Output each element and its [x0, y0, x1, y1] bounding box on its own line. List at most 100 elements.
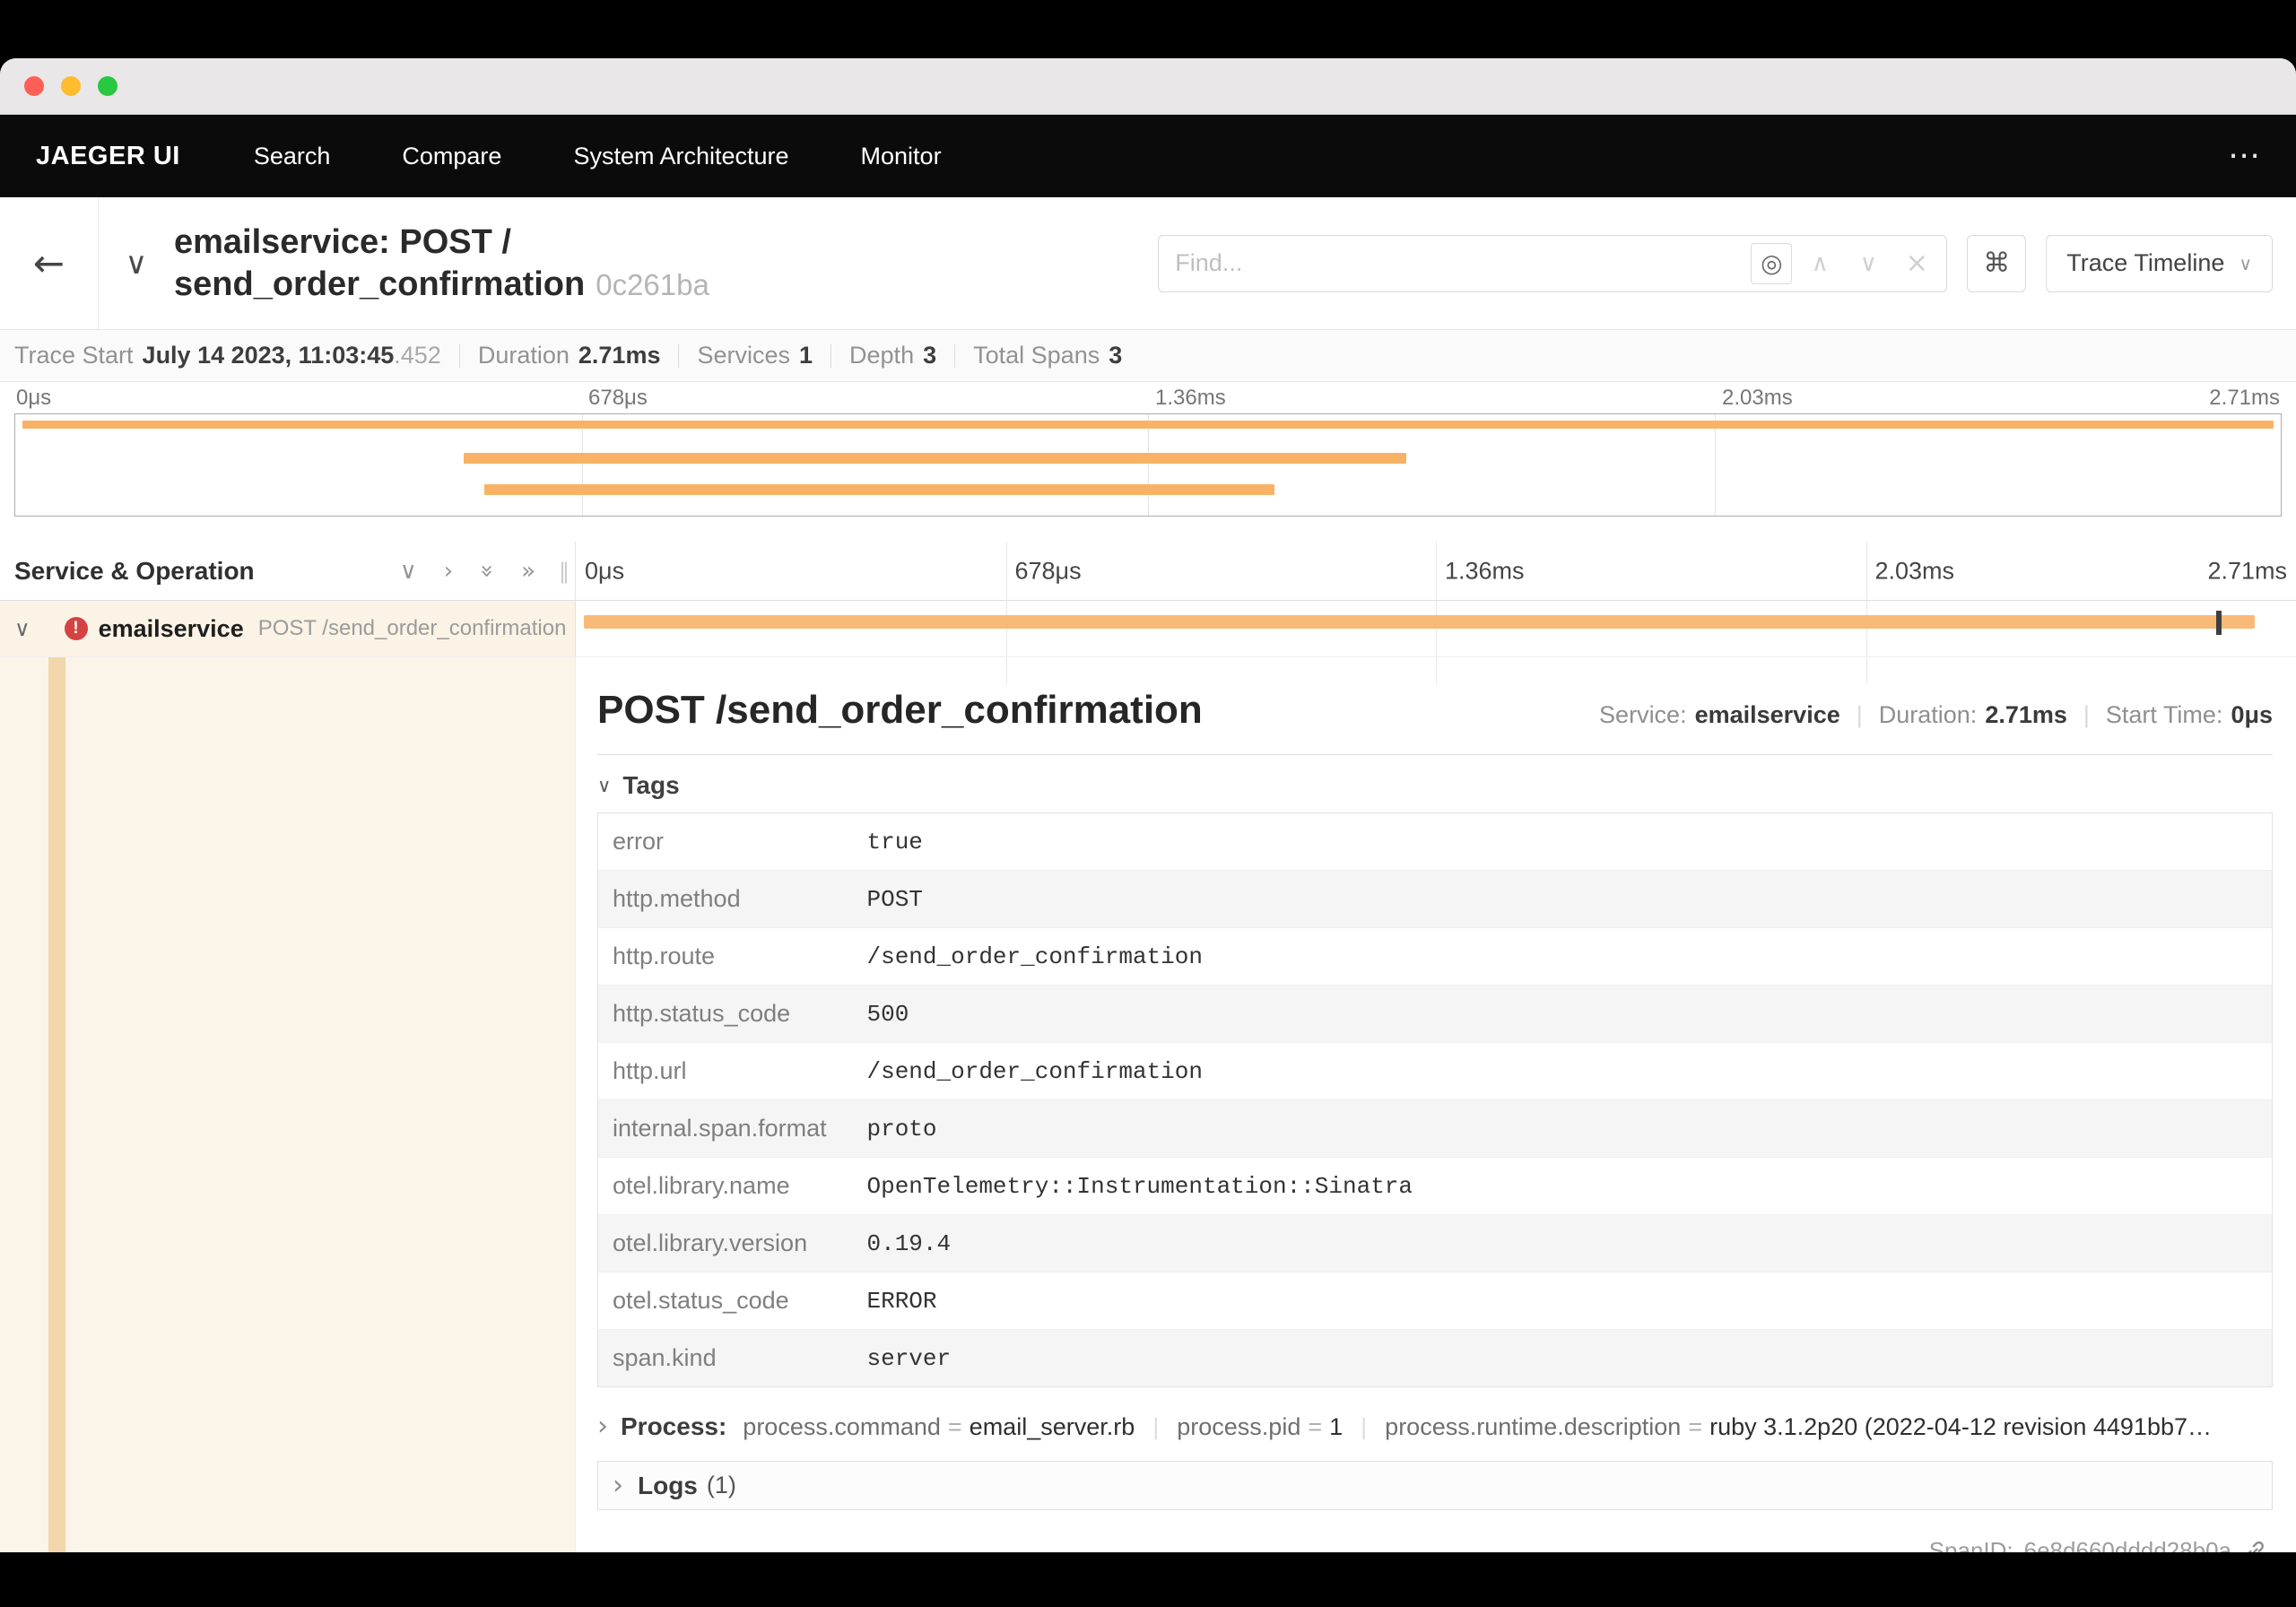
services-label: Services [697, 342, 790, 369]
span-duration-bar[interactable] [584, 615, 2255, 629]
ruler-tick-2: 1.36ms [1155, 386, 1226, 410]
collapse-all-icon[interactable]: » [474, 564, 500, 578]
gridline [1866, 601, 1867, 656]
find-target-button[interactable]: ◎ [1751, 242, 1793, 284]
nav-item-monitor[interactable]: Monitor [861, 143, 942, 170]
find-next-button[interactable]: ∨ [1848, 243, 1889, 284]
duration-value: 2.71ms [578, 342, 661, 369]
tag-key: otel.status_code [597, 1272, 867, 1330]
span-id-footer: SpanID: 6e8d660dddd28b0a [1929, 1537, 2267, 1552]
find-icon-group: ◎ ∧ ∨ × [1751, 242, 1946, 284]
gridline [1005, 657, 1007, 684]
service-operation-title: Service & Operation [14, 556, 255, 585]
tags-table: error true http.method POST http.route /… [597, 812, 2273, 1387]
tag-value: OpenTelemetry::Instrumentation::Sinatra [866, 1157, 2273, 1215]
nav-item-search[interactable]: Search [254, 143, 331, 170]
equals-sign: = [1688, 1412, 1703, 1440]
span-collapse-chevron-icon[interactable]: ∨ [14, 618, 30, 639]
process-section-toggle[interactable]: › Process: process.command = email_serve… [597, 1412, 2273, 1441]
trace-view-selector[interactable]: Trace Timeline ∨ [2046, 234, 2273, 292]
tag-row: error true [597, 812, 2273, 871]
timeline-tick-2: 1.36ms [1445, 557, 1525, 584]
span-id-label: SpanID: [1928, 1537, 2013, 1552]
column-resizer-grip[interactable]: ‖ [559, 560, 570, 582]
tag-row: otel.library.name OpenTelemetry::Instrum… [597, 1157, 2273, 1215]
tag-key: http.route [597, 927, 867, 986]
span-detail-title: POST /send_order_confirmation [597, 688, 1203, 732]
process-pid-value: 1 [1329, 1412, 1344, 1440]
find-clear-button[interactable]: × [1896, 243, 1937, 284]
collapse-one-icon[interactable]: ∨ [400, 560, 417, 583]
minimize-window-button[interactable] [61, 76, 81, 96]
error-icon: ! [64, 617, 88, 640]
span-service-name: emailservice [98, 614, 244, 642]
meta-start-time-value: 0μs [2231, 701, 2273, 728]
span-detail-left-gutter [0, 657, 576, 1552]
span-row[interactable]: ∨ ! emailservice POST /send_order_confir… [0, 601, 2296, 657]
macos-titlebar [0, 58, 2296, 115]
meta-service: Service: emailservice [1599, 701, 1840, 729]
tag-row: http.status_code 500 [597, 985, 2273, 1043]
tag-value: /send_order_confirmation [866, 1042, 2273, 1100]
tags-section-toggle[interactable]: ∨ Tags [597, 771, 2273, 800]
trace-title-line2: send_order_confirmation [174, 265, 586, 303]
zoom-window-button[interactable] [98, 76, 117, 96]
tag-key: http.url [597, 1042, 867, 1100]
divider [597, 754, 2273, 755]
back-button[interactable]: ← [0, 197, 99, 329]
ruler-tick-3: 2.03ms [1722, 386, 1793, 410]
find-input[interactable] [1159, 249, 1752, 277]
keyboard-shortcuts-button[interactable]: ⌘ [1967, 234, 2027, 292]
tag-value: server [866, 1329, 2273, 1387]
tag-key: http.status_code [597, 985, 867, 1043]
nav-item-compare[interactable]: Compare [402, 143, 501, 170]
nav-item-system-architecture[interactable]: System Architecture [573, 143, 788, 170]
expand-one-icon[interactable]: › [444, 560, 453, 583]
tag-row: http.route /send_order_confirmation [597, 927, 2273, 986]
grid-header-controls: ∨ › » » [400, 560, 575, 583]
span-row-name-cell: ∨ ! emailservice POST /send_order_confir… [0, 601, 576, 656]
timeline-tick-1: 678μs [1014, 557, 1082, 584]
span-color-stripe [48, 657, 65, 1552]
tag-key: internal.span.format [597, 1099, 867, 1158]
equals-sign: = [1308, 1412, 1323, 1440]
divider [458, 343, 460, 368]
tags-section-title: Tags [622, 771, 680, 799]
close-window-button[interactable] [24, 76, 44, 96]
gridline [1866, 657, 1867, 684]
process-command-key: process.command [743, 1412, 941, 1440]
tag-key: otel.library.name [597, 1157, 867, 1215]
expand-all-icon[interactable]: » [521, 560, 535, 583]
gridline [581, 414, 583, 516]
logs-count: (1) [706, 1472, 736, 1498]
meta-start-time-label: Start Time: [2105, 701, 2223, 728]
logs-section-toggle[interactable]: › Logs (1) [597, 1461, 2273, 1510]
trace-start-label: Trace Start [14, 342, 134, 369]
process-command-value: email_server.rb [969, 1412, 1135, 1440]
timeline-tick-4: 2.71ms [2207, 557, 2287, 584]
span-detail-header: POST /send_order_confirmation Service: e… [597, 688, 2273, 733]
meta-service-value: emailservice [1694, 701, 1840, 728]
top-navbar: JAEGER UI Search Compare System Architec… [0, 115, 2296, 197]
ruler-tick-4: 2.71ms [2209, 386, 2280, 410]
minimap-canvas[interactable] [14, 413, 2282, 517]
trace-title: emailservice: POST / send_order_confirma… [174, 222, 709, 305]
depth-value: 3 [923, 342, 937, 369]
trace-title-toggle[interactable]: ∨ [99, 248, 174, 279]
chevron-up-icon: ∧ [1811, 249, 1829, 277]
trace-summary-bar: Trace Start July 14 2023, 11:03:45.452 D… [0, 330, 2296, 382]
tag-value: 500 [866, 985, 2273, 1043]
gridline [1714, 414, 1716, 516]
trace-start-ms: .452 [394, 342, 441, 369]
process-runtime-key: process.runtime.description [1385, 1412, 1682, 1440]
duration-label: Duration [477, 342, 570, 369]
jaeger-logo[interactable]: JAEGER UI [36, 142, 180, 171]
gridline [1436, 657, 1437, 684]
find-prev-button[interactable]: ∧ [1799, 243, 1840, 284]
trace-title-line1: emailservice: POST / [174, 223, 511, 262]
nav-overflow-icon[interactable]: ⋯ [2228, 140, 2260, 172]
tag-key: error [597, 812, 867, 871]
link-icon[interactable] [2242, 1539, 2267, 1553]
tag-value: 0.19.4 [866, 1214, 2273, 1273]
process-command: process.command = email_server.rb [743, 1413, 1135, 1441]
